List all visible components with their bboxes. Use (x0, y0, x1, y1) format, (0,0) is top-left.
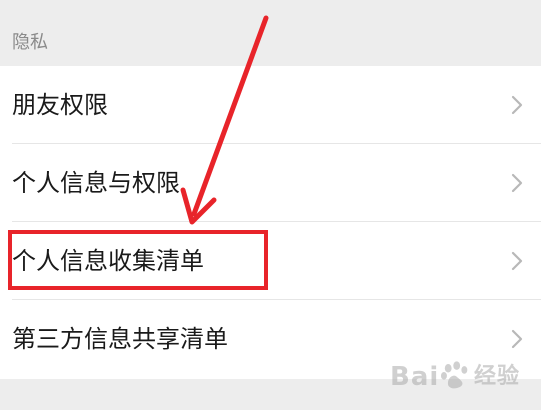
section-title-privacy: 隐私 (12, 32, 48, 53)
chevron-right-icon (511, 95, 523, 115)
chevron-right-icon (511, 173, 523, 193)
settings-list: 朋友权限 个人信息与权限 个人信息收集清单 第三方信息共享清单 (0, 66, 541, 379)
row-label: 个人信息与权限 (12, 169, 180, 197)
annotation-highlight-box (8, 230, 268, 290)
section-header: 隐私 (0, 0, 541, 66)
watermark-text-right: 经验 (474, 364, 521, 389)
row-label: 第三方信息共享清单 (12, 325, 228, 353)
chevron-right-icon (511, 329, 523, 349)
baidu-watermark: Bai 经验 (388, 356, 538, 396)
baidu-paw-icon (440, 361, 468, 389)
row-label: 朋友权限 (12, 91, 108, 119)
chevron-right-icon (511, 251, 523, 271)
watermark-text-left: Bai (390, 362, 440, 392)
settings-row-friend-permissions[interactable]: 朋友权限 (0, 66, 541, 144)
settings-row-personal-info-permissions[interactable]: 个人信息与权限 (0, 144, 541, 222)
